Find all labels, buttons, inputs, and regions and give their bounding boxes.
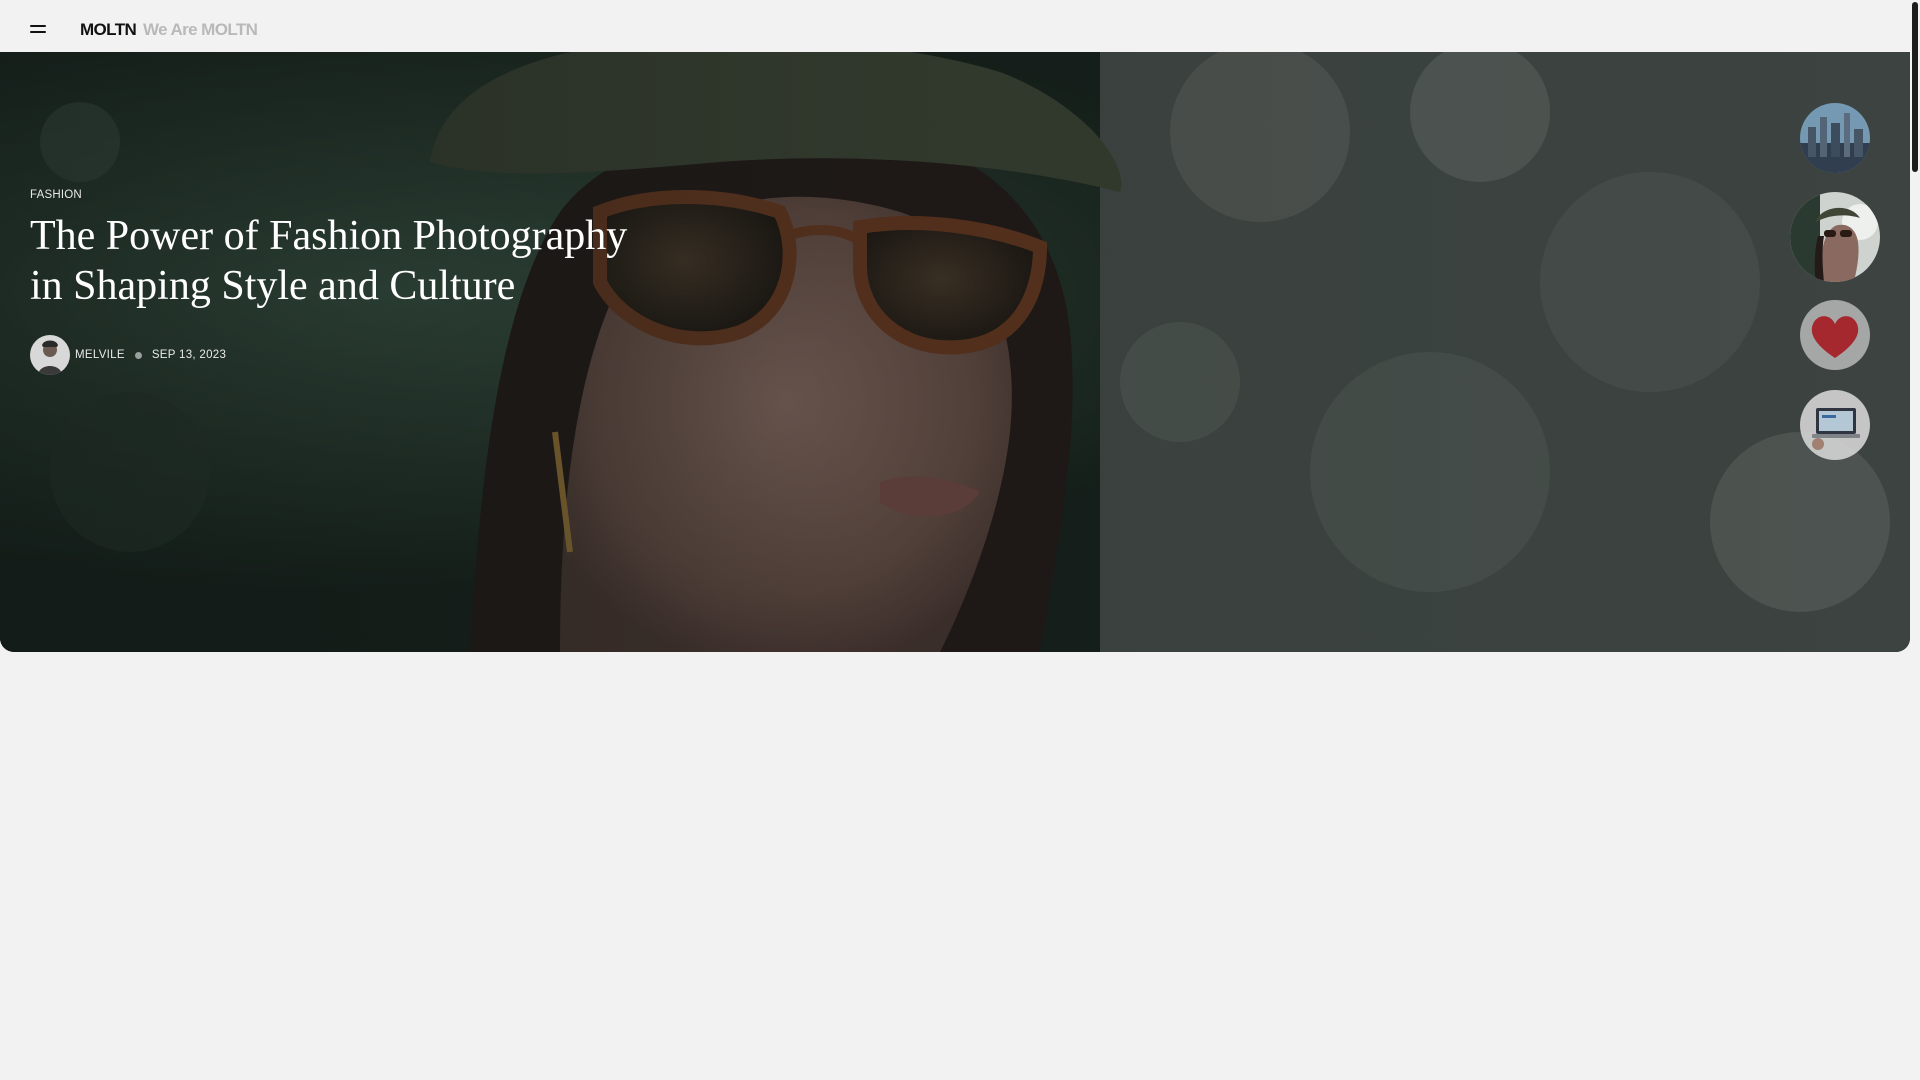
hero-dark-overlay xyxy=(0,52,1910,652)
page-scrollbar[interactable] xyxy=(1910,0,1920,1080)
hamburger-menu-icon[interactable] xyxy=(30,24,48,34)
author-name[interactable]: MELVILE xyxy=(75,349,125,361)
laptop-thumbnail-image xyxy=(1800,390,1870,460)
author-avatar-image xyxy=(30,335,70,375)
top-navigation: MOLTN We Are MOLTN xyxy=(0,0,1910,52)
red-heart-thumbnail-image xyxy=(1800,300,1870,370)
slide-thumbnail-fashion-active[interactable] xyxy=(1790,192,1880,282)
author-avatar[interactable] xyxy=(30,335,70,375)
city-skyline-thumbnail-image xyxy=(1800,103,1870,173)
slide-thumbnail-heart[interactable] xyxy=(1800,300,1870,370)
slide-thumbnail-city[interactable] xyxy=(1800,103,1870,173)
hero-slider: FASHION The Power of Fashion Photography… xyxy=(0,52,1910,652)
post-date: SEP 13, 2023 xyxy=(151,349,227,361)
slide-thumbnail-laptop[interactable] xyxy=(1800,390,1870,460)
post-title[interactable]: The Power of Fashion Photography in Shap… xyxy=(30,211,670,311)
post-category[interactable]: FASHION xyxy=(30,189,82,201)
brand-logo[interactable]: MOLTN xyxy=(80,20,137,40)
meta-separator-dot xyxy=(134,351,142,359)
brand-tagline: We Are MOLTN xyxy=(143,20,258,39)
scrollbar-thumb[interactable] xyxy=(1912,2,1918,172)
post-meta: MELVILE SEP 13, 2023 xyxy=(30,335,226,375)
woman-sunglasses-thumbnail-image xyxy=(1790,192,1880,282)
